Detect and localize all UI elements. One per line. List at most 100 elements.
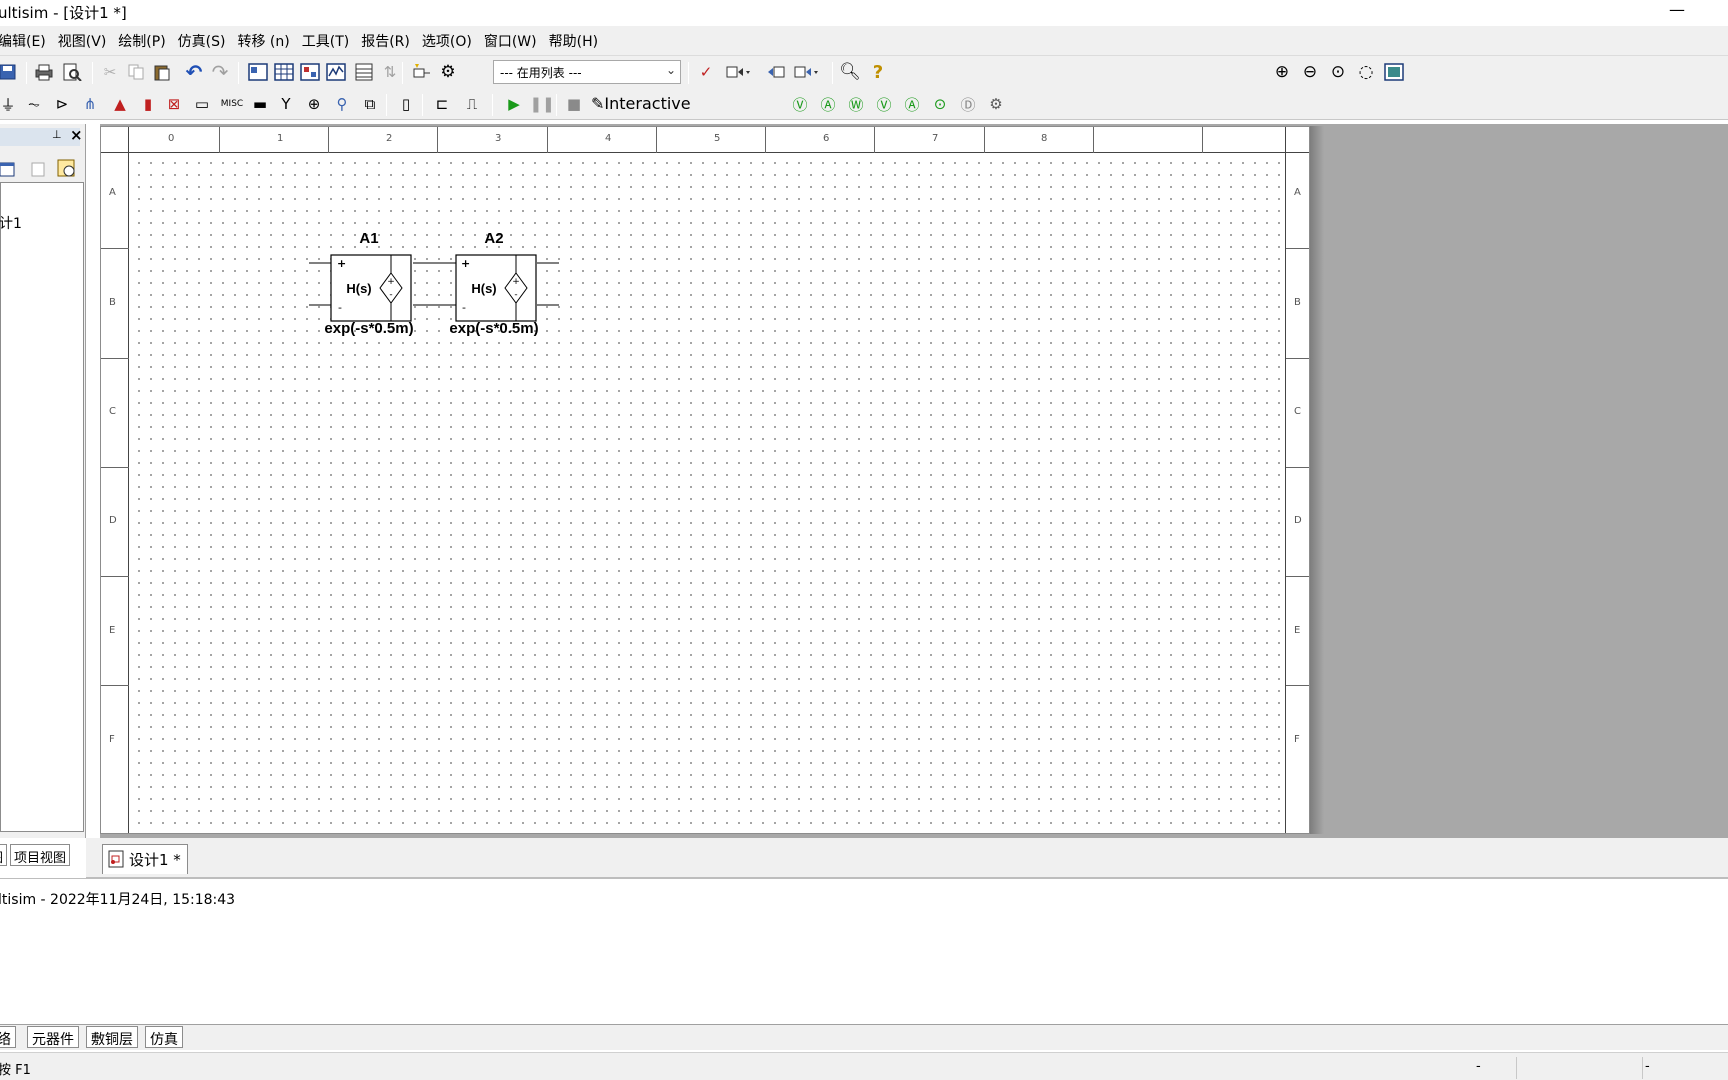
schematic-file-icon <box>108 850 124 868</box>
menu-window[interactable]: 窗口(W) <box>484 29 537 53</box>
cut-icon[interactable]: ✂ <box>98 61 122 83</box>
status-cell-separator <box>1516 1057 1642 1079</box>
source-icon[interactable]: ⏚ <box>0 93 20 115</box>
interactive-label: Interactive <box>604 94 691 113</box>
search-icon[interactable]: 🔍︎ <box>838 61 862 83</box>
chevron-down-icon: ⌄ <box>665 63 676 77</box>
transistor-icon[interactable]: ⋔ <box>78 93 102 115</box>
bus-icon[interactable]: ⎍ <box>460 93 484 115</box>
run-icon[interactable]: ▶ <box>502 93 526 115</box>
minimize-button[interactable]: — <box>1662 0 1692 22</box>
gear-icon[interactable]: ⚙ <box>984 93 1008 115</box>
undo-icon[interactable]: ↶ <box>182 60 206 84</box>
print-icon[interactable] <box>32 61 56 83</box>
rf-icon[interactable]: ⊕ <box>302 93 326 115</box>
transfer-to-ultiboard-icon[interactable] <box>726 61 750 83</box>
tab-components[interactable]: 元器件 <box>27 1026 79 1048</box>
zoom-fit-icon[interactable]: ◌ <box>1354 61 1378 83</box>
differential-probe-icon[interactable]: Ⓥ <box>872 93 896 115</box>
back-annotate-icon[interactable] <box>764 61 788 83</box>
forward-annotate-icon[interactable] <box>794 61 818 83</box>
transfer-function-block-a1[interactable]: A1 + - H(s) + - exp(-s*0.5m) <box>309 230 435 337</box>
toolbar-separator <box>386 94 387 116</box>
components-toolbar: ⏚ ⏦ ⊳ ⋔ ▲ ▮ ⊠ ▭ MISC ▬ Y ⊕ ⚲ ⧉ ▯ ⊏ ⎍ ▶ ❚… <box>0 88 1728 120</box>
remove-sheet-icon[interactable] <box>28 158 48 182</box>
new-design-icon[interactable] <box>0 158 18 182</box>
basic-icon[interactable]: ⏦ <box>22 93 46 115</box>
window-title: ultisim - [设计1 *] <box>0 4 127 22</box>
close-icon[interactable]: × <box>70 126 83 144</box>
in-use-list-dropdown[interactable]: --- 在用列表 --- ⌄ <box>493 60 681 84</box>
component-wizard-icon[interactable] <box>410 61 434 83</box>
postprocessor-icon[interactable] <box>352 61 376 83</box>
log-message: ltisim - 2022年11月24日, 15:18:43 <box>0 892 236 908</box>
cmos-icon[interactable]: ⊠ <box>162 93 186 115</box>
stop-icon[interactable]: ■ <box>562 93 586 115</box>
tab-nets[interactable]: 络 <box>0 1026 16 1048</box>
digital-probe-icon[interactable]: Ⓓ <box>956 93 980 115</box>
help-icon[interactable]: ? <box>866 61 890 83</box>
indicator-icon[interactable]: ▬ <box>248 93 272 115</box>
ttl-icon[interactable]: ▮ <box>136 93 160 115</box>
toolbar-separator <box>402 62 403 84</box>
diode-icon[interactable]: ⊳ <box>50 93 74 115</box>
power-component-icon[interactable]: Y <box>274 93 298 115</box>
tab-design1[interactable]: 设计1 * <box>102 844 188 874</box>
tab-copper-layers[interactable]: 敷铜层 <box>86 1026 138 1048</box>
voltmeter-probe-icon[interactable]: Ⓥ <box>788 93 812 115</box>
analog-icon[interactable]: ▲ <box>108 93 132 115</box>
netlist-icon[interactable]: ⇅ <box>378 61 402 83</box>
menu-reports[interactable]: 报告(R) <box>361 29 410 53</box>
electromechanical-icon[interactable]: ⚲ <box>330 93 354 115</box>
electrical-rules-icon[interactable]: ⚙ <box>436 61 460 83</box>
misc-icon[interactable]: MISC <box>220 93 244 115</box>
connector-icon[interactable]: ⧉ <box>358 93 382 115</box>
menu-place[interactable]: 绘制(P) <box>118 29 165 53</box>
transfer-function-block-a2[interactable]: A2 + - H(s) + - exp(-s*0.5m) <box>435 230 559 337</box>
zoom-in-icon[interactable]: ⊕ <box>1270 61 1294 83</box>
menu-bar: 编辑(E) 视图(V) 绘制(P) 仿真(S) 转移 (n) 工具(T) 报告(… <box>0 26 1728 56</box>
toolbar-separator <box>492 94 493 116</box>
paste-icon[interactable] <box>150 61 174 83</box>
menu-transfer[interactable]: 转移 (n) <box>237 29 289 53</box>
pin-icon[interactable]: ⊥ <box>52 128 62 141</box>
spreadsheet-view-icon[interactable] <box>272 61 296 83</box>
tree-item-design1[interactable]: 计1 <box>0 213 22 233</box>
mcu-icon[interactable]: ▯ <box>394 93 418 115</box>
menu-help[interactable]: 帮助(H) <box>549 29 598 53</box>
print-preview-icon[interactable] <box>60 61 84 83</box>
tab-hierarchy[interactable]: 图 <box>0 844 8 866</box>
ammeter-probe-icon[interactable]: Ⓐ <box>816 93 840 115</box>
tab-project-view[interactable]: 项目视图 <box>10 844 71 866</box>
toolbar-separator <box>556 94 557 116</box>
full-screen-icon[interactable] <box>1382 61 1406 83</box>
component-value-a1: exp(-s*0.5m) <box>324 320 413 337</box>
copy-icon[interactable] <box>124 61 148 83</box>
erc-check-icon[interactable]: ✓ <box>694 61 718 83</box>
interactive-simulation-button[interactable]: ✎Interactive <box>589 92 775 116</box>
wattmeter-probe-icon[interactable]: Ⓦ <box>844 93 868 115</box>
grapher-icon[interactable] <box>324 61 348 83</box>
menu-options[interactable]: 选项(O) <box>422 29 472 53</box>
toggle-design-toolbox-icon[interactable] <box>246 61 270 83</box>
current-probe-icon[interactable]: Ⓐ <box>900 93 924 115</box>
database-manager-icon[interactable] <box>298 61 322 83</box>
zoom-out-icon[interactable]: ⊖ <box>1298 61 1322 83</box>
properties-icon[interactable] <box>56 158 78 182</box>
redo-icon[interactable]: ↷ <box>208 60 232 84</box>
menu-simulate[interactable]: 仿真(S) <box>178 29 226 53</box>
pause-icon[interactable]: ❚❚ <box>529 93 554 115</box>
menu-tools[interactable]: 工具(T) <box>302 29 349 53</box>
schematic-sheet[interactable]: 0 1 2 3 4 5 6 7 8 A B C D E F A B C D E … <box>100 126 1310 834</box>
component-block-a2: H(s) <box>471 281 496 296</box>
tab-simulation[interactable]: 仿真 <box>145 1026 183 1048</box>
save-icon[interactable] <box>0 61 20 83</box>
zoom-area-icon[interactable]: ⊙ <box>1326 61 1350 83</box>
svg-text:-: - <box>462 301 466 314</box>
misc-digital-icon[interactable]: ▭ <box>190 93 214 115</box>
menu-view[interactable]: 视图(V) <box>58 29 107 53</box>
reference-probe-icon[interactable]: ⊙ <box>928 93 952 115</box>
menu-edit[interactable]: 编辑(E) <box>0 29 46 53</box>
component-ref-a1: A1 <box>359 230 378 247</box>
hierarchical-block-icon[interactable]: ⊏ <box>430 93 454 115</box>
